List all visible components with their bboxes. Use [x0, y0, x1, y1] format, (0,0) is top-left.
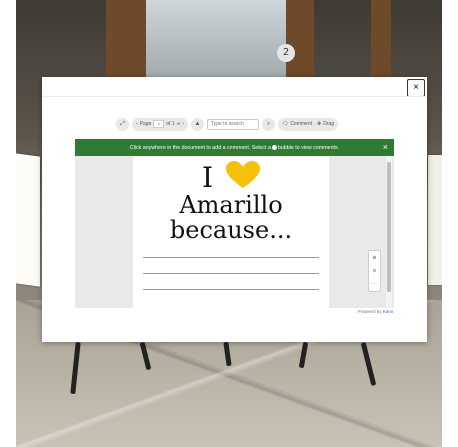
expand-icon: ⤢: [120, 120, 125, 127]
scrollbar-thumb[interactable]: [387, 162, 391, 292]
hotspot-marker[interactable]: 2: [277, 44, 295, 62]
link-icon[interactable]: ∞: [177, 121, 181, 127]
page-navigator: ‹ Page 1 of 1 ∞ ›: [132, 117, 188, 131]
headline-line-1: I: [133, 161, 329, 194]
headline-i: I: [202, 161, 214, 194]
prev-page-icon[interactable]: ‹: [136, 121, 138, 127]
search-button[interactable]: ⌕: [261, 117, 275, 131]
search-input[interactable]: Type to search: [206, 118, 259, 130]
close-button[interactable]: ×: [407, 79, 425, 97]
banner-close-button[interactable]: ×: [383, 142, 388, 152]
fullscreen-button[interactable]: ⤢: [116, 117, 129, 131]
zoom-panel: ⊕ ⊖ ⋯: [368, 250, 381, 292]
zoom-out-icon[interactable]: ⊖: [372, 268, 376, 274]
mode-switch: 🗨 Comment ✥ Drag: [277, 117, 339, 131]
modal-divider: [42, 96, 427, 97]
background-poster: [428, 155, 442, 285]
more-icon[interactable]: ⋯: [372, 281, 377, 287]
writing-line: [143, 257, 319, 258]
page-number-input[interactable]: 1: [153, 120, 165, 128]
heart-icon: [225, 161, 260, 188]
next-page-icon[interactable]: ›: [182, 121, 184, 127]
powered-by-text: Powered by: [357, 309, 382, 314]
background-poster: [16, 153, 40, 287]
banner-text-end: bubble to view comments.: [277, 144, 340, 151]
comment-mode-button[interactable]: Comment: [290, 121, 312, 127]
writing-line: [143, 289, 319, 290]
drag-icon: ✥: [317, 121, 322, 127]
headline-line-2: Amarillo: [179, 191, 283, 219]
comment-bubble-icon: [271, 145, 277, 150]
document-page[interactable]: I Amarillo because...: [133, 156, 329, 308]
tools-button[interactable]: ▲: [190, 117, 204, 131]
powered-by: Powered by Kami: [358, 309, 393, 314]
writing-line: [143, 273, 319, 274]
document-modal: × ⤢ ‹ Page 1 of 1 ∞ › ▲ Type to search ⌕…: [42, 77, 427, 342]
zoom-in-icon[interactable]: ⊕: [372, 255, 376, 261]
headline-line-3: because...: [169, 216, 293, 244]
document-viewer[interactable]: I Amarillo because... ⊕ ⊖ ⋯: [75, 156, 394, 308]
search-icon: ⌕: [266, 120, 271, 127]
page-count: of 1: [166, 121, 175, 127]
comment-icon: 🗨: [281, 121, 289, 127]
info-banner: Click anywhere in the document to add a …: [75, 139, 394, 156]
page-label: Page: [139, 121, 152, 127]
wood-beam: [371, 0, 391, 80]
mountain-icon: ▲: [194, 121, 201, 127]
drag-mode-button[interactable]: Drag: [323, 121, 334, 127]
viewer-toolbar: ⤢ ‹ Page 1 of 1 ∞ › ▲ Type to search ⌕ 🗨…: [116, 117, 339, 131]
banner-text-start: Click anywhere in the document to add a …: [129, 144, 271, 151]
powered-by-brand[interactable]: Kami: [383, 309, 393, 314]
